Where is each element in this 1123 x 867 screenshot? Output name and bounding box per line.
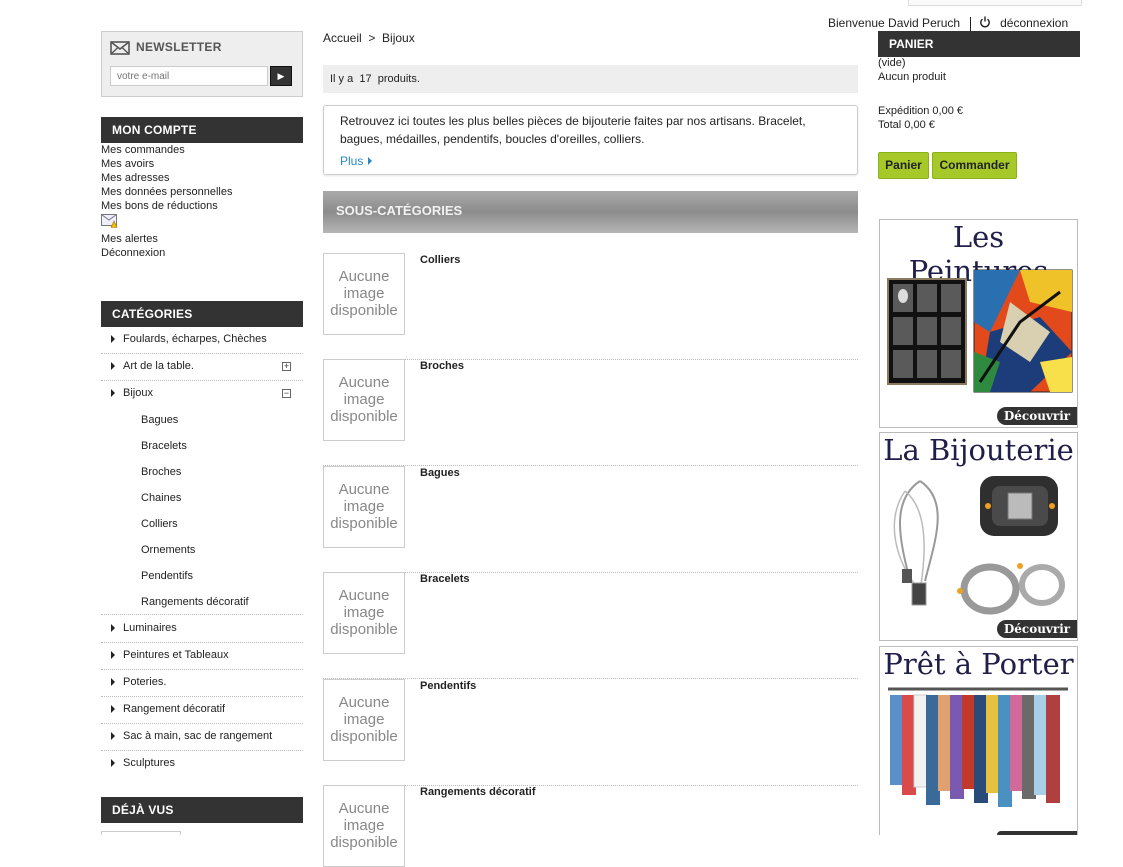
account-title: MON COMPTE — [101, 117, 303, 143]
account-link-personal-data[interactable]: Mes données personnelles — [101, 185, 232, 199]
expand-icon[interactable]: + — [282, 362, 291, 371]
category-poteries[interactable]: Poteries. — [101, 670, 303, 697]
paintings-image — [887, 269, 1073, 393]
account-link-logout[interactable]: Déconnexion — [101, 246, 232, 260]
banner-pret-a-porter[interactable]: Prêt à Porter — [879, 646, 1078, 835]
product-count-bar: Il y a 17 produits. — [323, 65, 858, 93]
cart-total: Total 0,00 € — [878, 119, 935, 131]
subcategory-chaines[interactable]: Chaines — [141, 492, 181, 504]
cart-no-product: Aucun produit — [878, 71, 946, 83]
banner-title: Prêt à Porter — [883, 647, 1074, 681]
alert-mail-icon[interactable] — [101, 214, 118, 228]
logout-link[interactable]: déconnexion — [1000, 16, 1068, 30]
breadcrumb-current: Bijoux — [382, 31, 415, 45]
account-link-credits[interactable]: Mes avoirs — [101, 157, 232, 171]
cart-empty: (vide) — [878, 57, 906, 69]
envelope-icon — [110, 41, 130, 55]
account-link-vouchers[interactable]: Mes bons de réductions — [101, 199, 232, 213]
welcome-bar: Bienvenue David Peruch déconnexion — [828, 16, 1068, 31]
breadcrumb: Accueil > Bijoux — [323, 31, 415, 45]
viewed-item-thumb[interactable] — [101, 831, 181, 835]
arrow-right-icon — [111, 678, 115, 686]
account-link-orders[interactable]: Mes commandes — [101, 143, 232, 157]
subcategory-card: Aucune image disponible Broches — [323, 359, 858, 466]
category-art-table[interactable]: Art de la table. + — [101, 354, 303, 381]
discover-button[interactable]: Découvrir — [997, 620, 1077, 638]
arrow-right-icon — [368, 157, 373, 165]
subcategories-title: SOUS-CATÉGORIES — [323, 191, 858, 233]
category-rangement[interactable]: Rangement décoratif — [101, 697, 303, 724]
arrow-right-icon — [111, 759, 115, 767]
jewelry-image — [893, 476, 1065, 615]
cart-shipping: Expédition 0,00 € — [878, 105, 964, 117]
breadcrumb-separator: > — [368, 31, 376, 45]
arrow-right-icon — [111, 362, 115, 370]
no-image-placeholder[interactable]: Aucune image disponible — [323, 785, 405, 867]
subcategory-card: Aucune image disponible Bagues — [323, 466, 858, 573]
categories-title: CATÉGORIES — [101, 301, 303, 327]
category-bijoux[interactable]: Bijoux − — [101, 381, 303, 615]
banner-title: La Bijouterie — [883, 433, 1074, 467]
description-text: Retrouvez ici toutes les plus belles piè… — [340, 114, 806, 146]
cart-button[interactable]: Panier — [878, 152, 929, 179]
subcategory-bracelets[interactable]: Bracelets — [141, 440, 187, 452]
subcategory-name[interactable]: Pendentifs — [420, 680, 476, 692]
no-image-placeholder[interactable]: Aucune image disponible — [323, 572, 405, 654]
no-image-placeholder[interactable]: Aucune image disponible — [323, 359, 405, 441]
no-image-placeholder[interactable]: Aucune image disponible — [323, 679, 405, 761]
arrow-right-icon — [111, 335, 115, 343]
subcategory-name[interactable]: Colliers — [420, 254, 460, 266]
account-link-alerts[interactable]: Mes alertes — [101, 232, 232, 246]
category-sac[interactable]: Sac à main, sac de rangement — [101, 724, 303, 751]
welcome-text: Bienvenue David Peruch — [828, 16, 961, 30]
subcategory-card: Aucune image disponible Pendentifs — [323, 679, 858, 786]
subcategory-name[interactable]: Bagues — [420, 467, 460, 479]
top-strip — [908, 0, 1082, 6]
clothes-rack-image — [888, 687, 1068, 807]
discover-button-partial[interactable] — [997, 831, 1077, 835]
arrow-right-icon — [111, 705, 115, 713]
subcategory-bagues[interactable]: Bagues — [141, 414, 178, 426]
arrow-right-icon — [111, 624, 115, 632]
product-count: 17 — [359, 73, 372, 85]
category-description: Retrouvez ici toutes les plus belles piè… — [323, 105, 858, 175]
banner-peintures[interactable]: Les Peintures Découvrir — [879, 219, 1078, 428]
subcategory-card: Aucune image disponible Rangements décora… — [323, 785, 858, 867]
subcategory-pendentifs[interactable]: Pendentifs — [141, 570, 193, 582]
subcategory-name[interactable]: Bracelets — [420, 573, 470, 585]
banner-bijouterie[interactable]: La Bijouterie Découvrir — [879, 432, 1078, 641]
category-sculptures[interactable]: Sculptures — [101, 751, 303, 778]
subcategory-name[interactable]: Rangements décoratif — [420, 786, 536, 798]
subcategory-colliers[interactable]: Colliers — [141, 518, 178, 530]
power-icon[interactable] — [979, 16, 991, 28]
arrow-right-icon — [111, 389, 115, 397]
newsletter-submit-button[interactable]: ▶ — [270, 66, 292, 86]
subcategory-name[interactable]: Broches — [420, 360, 464, 372]
arrow-right-icon — [111, 651, 115, 659]
account-links: Mes commandes Mes avoirs Mes adresses Me… — [101, 143, 232, 260]
subcategory-broches[interactable]: Broches — [141, 466, 181, 478]
account-link-addresses[interactable]: Mes adresses — [101, 171, 232, 185]
category-peintures[interactable]: Peintures et Tableaux — [101, 643, 303, 670]
category-foulards[interactable]: Foulards, écharpes, Chèches — [101, 327, 303, 354]
collapse-icon[interactable]: − — [282, 389, 291, 398]
subcategory-ornements[interactable]: Ornements — [141, 544, 195, 556]
discover-button[interactable]: Découvrir — [997, 407, 1077, 425]
newsletter-title: NEWSLETTER — [110, 40, 222, 55]
subcategory-rangements[interactable]: Rangements décoratif — [141, 596, 249, 608]
newsletter-block: NEWSLETTER ▶ — [101, 31, 303, 97]
newsletter-email-input[interactable] — [110, 66, 268, 86]
breadcrumb-home[interactable]: Accueil — [323, 31, 362, 45]
cart-title: PANIER — [878, 31, 1080, 57]
no-image-placeholder[interactable]: Aucune image disponible — [323, 466, 405, 548]
arrow-right-icon — [111, 732, 115, 740]
order-button[interactable]: Commander — [932, 152, 1017, 179]
more-link[interactable]: Plus — [340, 152, 373, 170]
no-image-placeholder[interactable]: Aucune image disponible — [323, 253, 405, 335]
viewed-title: DÉJÀ VUS — [101, 797, 303, 823]
subcategory-card: Aucune image disponible Colliers — [323, 253, 858, 360]
subcategory-card: Aucune image disponible Bracelets — [323, 572, 858, 679]
category-luminaires[interactable]: Luminaires — [101, 616, 303, 643]
